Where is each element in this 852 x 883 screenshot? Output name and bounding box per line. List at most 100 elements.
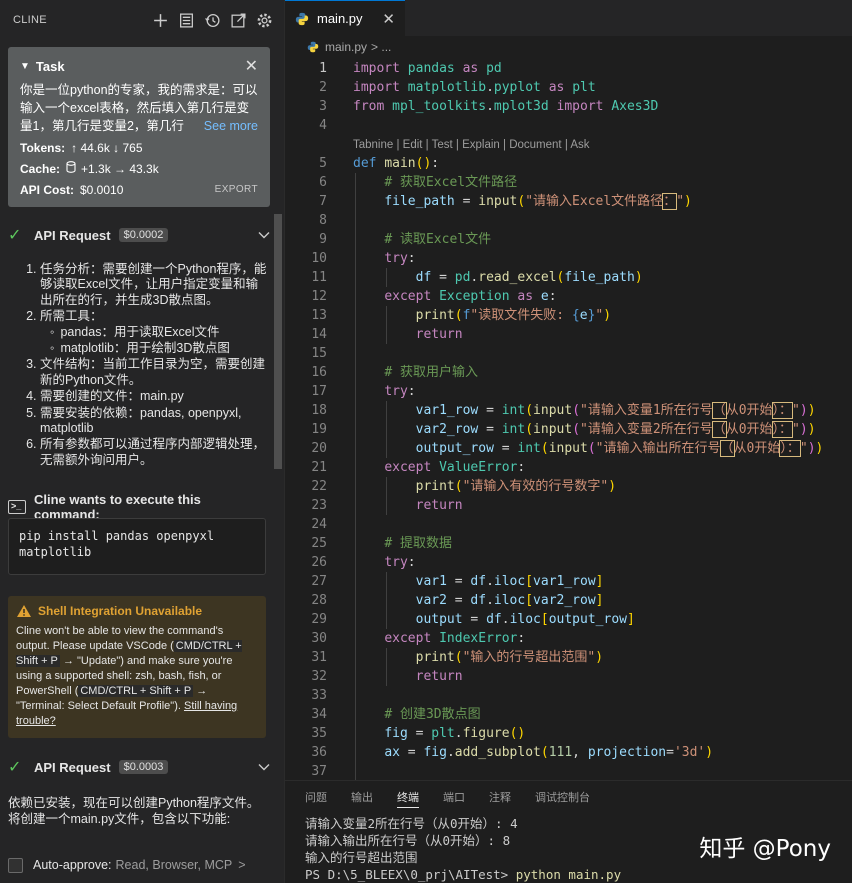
panel-tab-output[interactable]: 输出 xyxy=(351,788,373,808)
auto-approve-bar[interactable]: Auto-approve: Read, Browser, MCP > xyxy=(8,856,270,874)
auto-approve-label: Auto-approve: xyxy=(33,858,112,872)
indent-guide xyxy=(386,477,387,515)
cache-stat: Cache: +1.3k → 43.3k xyxy=(20,160,258,177)
code-line: 5 def main(): xyxy=(319,156,440,171)
indent-guide xyxy=(386,648,387,686)
plus-icon[interactable] xyxy=(150,10,170,30)
command-box: pip install pandas openpyxl matplotlib xyxy=(8,518,266,575)
panel-tab-debug-console[interactable]: 调试控制台 xyxy=(535,788,590,808)
warning-title-text: Shell Integration Unavailable xyxy=(38,604,203,618)
code-line: 18 var1_row = int(input("请输入变量1所在行号（从0开始… xyxy=(311,402,816,419)
history-list-icon[interactable] xyxy=(176,10,196,30)
panel-tab-problems[interactable]: 问题 xyxy=(305,788,327,808)
code-line: 11 df = pd.read_excel(file_path) xyxy=(311,270,643,285)
cline-sidebar: CLINE ▼ Task ✕ 你是一位python的专家，我的需求是：可以输入一… xyxy=(0,0,284,883)
task-text: 你是一位python的专家，我的需求是：可以输入一个excel表格，然后填入第几… xyxy=(20,81,258,135)
plan-list: 任务分析：需要创建一个Python程序，能够读取Excel文件，让用户指定变量和… xyxy=(22,262,270,469)
chevron-down-icon[interactable] xyxy=(258,228,270,242)
popout-icon[interactable] xyxy=(228,10,248,30)
chevron-down-icon[interactable] xyxy=(258,760,270,774)
code-line: 27 var1 = df.iloc[var1_row] xyxy=(311,574,604,589)
tokens-stat: Tokens: ↑ 44.6k ↓ 765 xyxy=(20,139,258,156)
editor-tabs: main.py ✕ xyxy=(285,0,852,36)
code-line: 21 except ValueError: xyxy=(311,460,526,475)
task-label: Task xyxy=(35,58,65,74)
cache-label: Cache: xyxy=(20,161,61,176)
code-line: 25 # 提取数据 xyxy=(311,536,452,551)
task-card: ▼ Task ✕ 你是一位python的专家，我的需求是：可以输入一个excel… xyxy=(8,47,270,207)
api-request-label: API Request xyxy=(34,759,111,775)
code-line: 19 var2_row = int(input("请输入变量2所在行号（从0开始… xyxy=(311,421,816,438)
export-button[interactable]: EXPORT xyxy=(215,184,258,195)
breadcrumb-separator[interactable]: > ... xyxy=(371,40,391,54)
list-item-label: 所需工具： xyxy=(40,309,103,324)
database-icon xyxy=(66,161,76,176)
cost-value: $0.0010 xyxy=(80,182,124,197)
code-line: 3 from mpl_toolkits.mplot3d import Axes3D xyxy=(319,99,659,114)
terminal-command: python main.py xyxy=(515,867,622,882)
indent-guide xyxy=(386,572,387,629)
code-line: 17 try: xyxy=(311,384,416,399)
code-line: 33 xyxy=(311,688,327,703)
code-line: 32 return xyxy=(311,669,463,684)
code-line: 1 import pandas as pd xyxy=(319,61,502,76)
task-header[interactable]: ▼ Task ✕ xyxy=(20,57,258,75)
code-line: 24 xyxy=(311,517,327,532)
code-line: 13 print(f"读取文件失败: {e}") xyxy=(311,308,612,323)
code-line: 37 xyxy=(311,764,327,779)
chevron-down-icon: ▼ xyxy=(20,60,30,72)
code-line: 20 output_row = int(input("请输入输出所在行号（从0开… xyxy=(311,440,824,457)
tab-main-py[interactable]: main.py ✕ xyxy=(285,0,405,36)
api-request-row-1[interactable]: ✓ API Request $0.0002 xyxy=(8,224,270,246)
history-clock-icon[interactable] xyxy=(202,10,222,30)
checkmark-icon: ✓ xyxy=(8,759,22,776)
see-more-link[interactable]: See more xyxy=(199,117,258,135)
terminal-prompt: PS D:\5_BLEEX\0_prj\AITest> xyxy=(305,867,509,882)
breadcrumb-file[interactable]: main.py xyxy=(325,40,367,54)
cost-stat: API Cost: $0.0010 EXPORT xyxy=(20,181,258,198)
terminal-prompt-line: PS D:\5_BLEEX\0_prj\AITest> python main.… xyxy=(305,866,852,883)
tokens-label: Tokens: xyxy=(20,140,66,155)
code-line: 28 var2 = df.iloc[var2_row] xyxy=(311,593,604,608)
codelens-actions[interactable]: Tabnine | Edit | Test | Explain | Docume… xyxy=(285,135,852,154)
panel-tab-ports[interactable]: 端口 xyxy=(443,788,465,808)
code-line: 34 # 创建3D散点图 xyxy=(311,707,481,722)
cost-label: API Cost: xyxy=(20,182,74,197)
checkmark-icon: ✓ xyxy=(8,227,22,244)
code-line: 12 except Exception as e: xyxy=(311,289,557,304)
python-file-icon xyxy=(307,41,319,53)
code-area[interactable]: 1 import pandas as pd 2 import matplotlib.… xyxy=(285,59,852,781)
gear-icon[interactable] xyxy=(254,10,274,30)
sub-list-item: matplotlib：用于绘制3D散点图 xyxy=(60,341,270,356)
code-line: 36 ax = fig.add_subplot(111, projection=… xyxy=(311,745,714,760)
code-line: 22 print("请输入有效的行号数字") xyxy=(311,479,617,494)
indent-guide xyxy=(386,268,387,287)
assistant-message: 依赖已安装，现在可以创建Python程序文件。将创建一个main.py文件，包含… xyxy=(8,796,260,826)
code-line: 10 try: xyxy=(311,251,416,266)
sidebar-scrollbar[interactable] xyxy=(274,214,282,469)
close-icon[interactable]: ✕ xyxy=(245,56,258,76)
cache-value: +1.3k → 43.3k xyxy=(81,161,159,176)
code-line: 31 print("输入的行号超出范围") xyxy=(311,650,604,665)
chevron-right-icon[interactable]: > xyxy=(238,858,245,872)
api-request-label: API Request xyxy=(34,227,111,243)
auto-approve-checkbox[interactable] xyxy=(8,857,23,873)
shortcut-key: CMD/CTRL + Shift + P xyxy=(78,685,194,697)
warning-body: Cline won't be able to view the command'… xyxy=(16,624,258,729)
close-icon[interactable]: ✕ xyxy=(382,10,395,28)
list-item: 需要安装的依赖：pandas, openpyxl, matplotlib xyxy=(40,406,270,437)
api-request-row-2[interactable]: ✓ API Request $0.0003 xyxy=(8,756,270,778)
list-item: 文件结构：当前工作目录为空，需要创建新的Python文件。 xyxy=(40,357,270,388)
code-line: 16 # 获取用户输入 xyxy=(311,365,478,380)
code-line: 4 xyxy=(319,118,327,133)
panel-tab-terminal[interactable]: 终端 xyxy=(397,788,419,808)
code-line: 6 # 获取Excel文件路径 xyxy=(319,175,518,190)
tokens-value: ↑ 44.6k ↓ 765 xyxy=(71,140,143,155)
list-item: 所有参数都可以通过程序内部逻辑处理，无需额外询问用户。 xyxy=(40,437,270,468)
terminal-icon: >_ xyxy=(8,500,26,514)
panel-tab-comments[interactable]: 注释 xyxy=(489,788,511,808)
code-line: 30 except IndexError: xyxy=(311,631,526,646)
warning-icon xyxy=(17,605,31,617)
code-line: 9 # 读取Excel文件 xyxy=(319,232,492,247)
breadcrumb: main.py > ... xyxy=(285,36,852,58)
